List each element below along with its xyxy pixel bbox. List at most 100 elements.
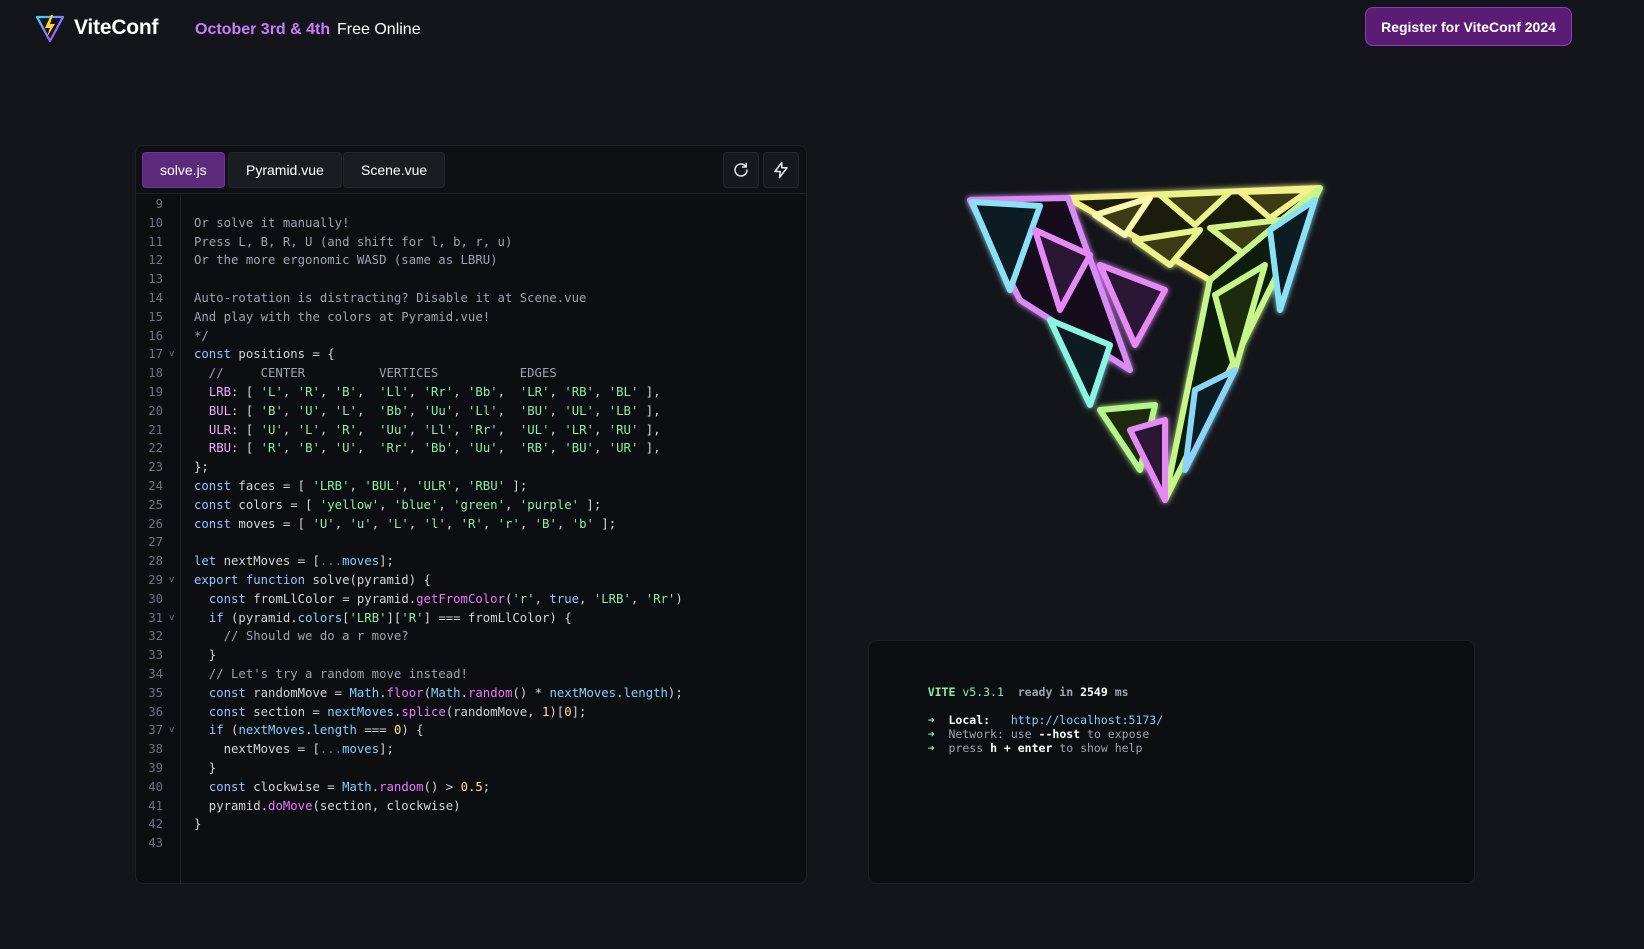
code-line[interactable]: 30 const fromLlColor = pyramid.getFromCo… bbox=[136, 590, 806, 609]
code-text: pyramid.doMove(section, clockwise) bbox=[194, 798, 461, 813]
line-number: 15 bbox=[148, 309, 163, 324]
code-text: const section = nextMoves.splice(randomM… bbox=[208, 704, 587, 719]
code-line[interactable]: 22 RBU: [ 'R', 'B', 'U', 'Rr', 'Bb', 'Uu… bbox=[136, 439, 806, 458]
code-line[interactable]: 21 ULR: [ 'U', 'L', 'R', 'Uu', 'Ll', 'Rr… bbox=[136, 421, 806, 440]
code-line[interactable]: 17 v const positions = { bbox=[136, 345, 806, 364]
code-text: const faces = [ 'LRB', 'BUL', 'ULR', 'RB… bbox=[194, 478, 528, 493]
code-text: ULR: [ 'U', 'L', 'R', 'Uu', 'Ll', 'Rr', … bbox=[208, 422, 661, 437]
bolt-icon bbox=[774, 161, 788, 179]
line-number: 25 bbox=[148, 497, 163, 512]
code-line[interactable]: 11 Press L, B, R, U (and shift for l, b, … bbox=[136, 233, 806, 252]
code-line[interactable]: 25 const colors = [ 'yellow', 'blue', 'gr… bbox=[136, 496, 806, 515]
code-text: const positions = { bbox=[194, 347, 335, 362]
line-number: 19 bbox=[148, 384, 163, 399]
code-line[interactable]: 39 } bbox=[136, 759, 806, 778]
line-number: 20 bbox=[148, 403, 163, 418]
code-line[interactable]: 10 Or solve it manually! bbox=[136, 214, 806, 233]
code-line[interactable]: 9 bbox=[136, 195, 806, 214]
code-line[interactable]: 33 } bbox=[136, 646, 806, 665]
code-line[interactable]: 35 const randomMove = Math.floor(Math.ra… bbox=[136, 684, 806, 703]
code-line[interactable]: 37 v if (nextMoves.length === 0) { bbox=[136, 721, 806, 740]
code-text: if (nextMoves.length === 0) { bbox=[208, 723, 424, 738]
code-line[interactable]: 24 const faces = [ 'LRB', 'BUL', 'ULR', '… bbox=[136, 477, 806, 496]
tab-scene-vue[interactable]: Scene.vue bbox=[343, 152, 446, 188]
line-number: 40 bbox=[148, 779, 163, 794]
editor-tab-bar: solve.js Pyramid.vue Scene.vue bbox=[136, 146, 806, 194]
code-line[interactable]: 15 And play with the colors at Pyramid.vu… bbox=[136, 308, 806, 327]
code-line[interactable]: 14 Auto-rotation is distracting? Disable … bbox=[136, 289, 806, 308]
fold-chevron-icon[interactable]: v bbox=[169, 345, 174, 364]
line-number: 28 bbox=[148, 554, 163, 569]
line-number: 10 bbox=[148, 215, 163, 230]
code-text: Auto-rotation is distracting? Disable it… bbox=[194, 290, 587, 305]
code-line[interactable]: 18 // CENTER VERTICES EDGES bbox=[136, 364, 806, 383]
line-number: 23 bbox=[148, 460, 163, 475]
code-line[interactable]: 36 const section = nextMoves.splice(rand… bbox=[136, 703, 806, 722]
code-line[interactable]: 28 let nextMoves = [...moves]; bbox=[136, 552, 806, 571]
code-text: const fromLlColor = pyramid.getFromColor… bbox=[208, 591, 683, 606]
line-number: 34 bbox=[148, 666, 163, 681]
code-line[interactable]: 38 nextMoves = [...moves]; bbox=[136, 740, 806, 759]
code-text: export function solve(pyramid) { bbox=[194, 572, 431, 587]
line-number: 9 bbox=[155, 197, 163, 211]
top-header: ViteConf October 3rd & 4th Free Online R… bbox=[0, 0, 1644, 56]
line-number: 29 bbox=[148, 572, 163, 587]
code-text: RBU: [ 'R', 'B', 'U', 'Rr', 'Bb', 'Uu', … bbox=[208, 441, 661, 456]
code-line[interactable]: 29 v export function solve(pyramid) { bbox=[136, 571, 806, 590]
register-button[interactable]: Register for ViteConf 2024 bbox=[1365, 7, 1572, 46]
code-line[interactable]: 40 const clockwise = Math.random() > 0.5… bbox=[136, 778, 806, 797]
line-number: 16 bbox=[148, 328, 163, 343]
code-line[interactable]: 31 v if (pyramid.colors['LRB']['R'] === f… bbox=[136, 609, 806, 628]
pyraminx-3d-puzzle[interactable] bbox=[950, 170, 1370, 540]
code-line[interactable]: 32 // Should we do a r move? bbox=[136, 627, 806, 646]
code-line[interactable]: 34 // Let's try a random move instead! bbox=[136, 665, 806, 684]
help-keys: h + enter bbox=[990, 741, 1053, 755]
fold-chevron-icon[interactable]: v bbox=[169, 571, 174, 590]
free-online-label: Free Online bbox=[337, 21, 421, 38]
line-number: 37 bbox=[148, 723, 163, 738]
reload-button[interactable] bbox=[723, 152, 759, 188]
code-line[interactable]: 26 const moves = [ 'U', 'u', 'L', 'l', 'R… bbox=[136, 515, 806, 534]
code-editor: solve.js Pyramid.vue Scene.vue 9 10 Or sol… bbox=[135, 145, 807, 884]
code-text: // CENTER VERTICES EDGES bbox=[194, 366, 557, 381]
code-text: } bbox=[194, 648, 217, 663]
code-line[interactable]: 20 BUL: [ 'B', 'U', 'L', 'Bb', 'Uu', 'Ll… bbox=[136, 402, 806, 421]
code-text: Or solve it manually! bbox=[194, 215, 350, 230]
line-number: 27 bbox=[148, 535, 163, 550]
viteconf-logo[interactable]: ViteConf bbox=[34, 12, 159, 44]
tab-solve-js[interactable]: solve.js bbox=[142, 152, 225, 188]
line-number: 33 bbox=[148, 648, 163, 663]
code-line[interactable]: 43 bbox=[136, 834, 806, 853]
dev-server-terminal: VITE v5.3.1 ready in 2549 ms ➜ Local: ht… bbox=[868, 640, 1475, 884]
line-number: 43 bbox=[148, 836, 163, 851]
code-text: } bbox=[194, 760, 217, 775]
line-number: 39 bbox=[148, 760, 163, 775]
vite-version: v5.3.1 bbox=[962, 685, 1004, 699]
tab-pyramid-vue[interactable]: Pyramid.vue bbox=[228, 152, 342, 188]
code-text: const colors = [ 'yellow', 'blue', 'gree… bbox=[194, 497, 602, 512]
code-line[interactable]: 19 LRB: [ 'L', 'R', 'B', 'Ll', 'Rr', 'Bb… bbox=[136, 383, 806, 402]
code-text: if (pyramid.colors['LRB']['R'] === fromL… bbox=[208, 610, 572, 625]
line-number: 21 bbox=[148, 422, 163, 437]
code-text: Press L, B, R, U (and shift for l, b, r,… bbox=[194, 234, 513, 249]
code-line[interactable]: 23}; bbox=[136, 458, 806, 477]
code-line[interactable]: 42} bbox=[136, 815, 806, 834]
code-text: }; bbox=[194, 460, 209, 475]
code-line[interactable]: 12 Or the more ergonomic WASD (same as LB… bbox=[136, 251, 806, 270]
code-line[interactable]: 27 bbox=[136, 533, 806, 552]
code-text: And play with the colors at Pyramid.vue! bbox=[194, 309, 491, 324]
code-line[interactable]: 13 bbox=[136, 270, 806, 289]
fold-chevron-icon[interactable]: v bbox=[169, 721, 174, 740]
line-number: 35 bbox=[148, 685, 163, 700]
line-number: 14 bbox=[148, 290, 163, 305]
code-text: const randomMove = Math.floor(Math.rando… bbox=[208, 685, 683, 700]
code-line[interactable]: 16 */ bbox=[136, 327, 806, 346]
run-button[interactable] bbox=[763, 152, 799, 188]
code-line[interactable]: 41 pyramid.doMove(section, clockwise) bbox=[136, 797, 806, 816]
fold-chevron-icon[interactable]: v bbox=[169, 609, 174, 628]
line-number: 17 bbox=[148, 347, 163, 362]
code-content[interactable]: 9 10 Or solve it manually! 11 Press L, B, R,… bbox=[136, 195, 806, 853]
arrow-icon: ➜ bbox=[927, 741, 935, 755]
code-text: let nextMoves = [...moves]; bbox=[194, 554, 394, 569]
line-number: 42 bbox=[148, 817, 163, 832]
